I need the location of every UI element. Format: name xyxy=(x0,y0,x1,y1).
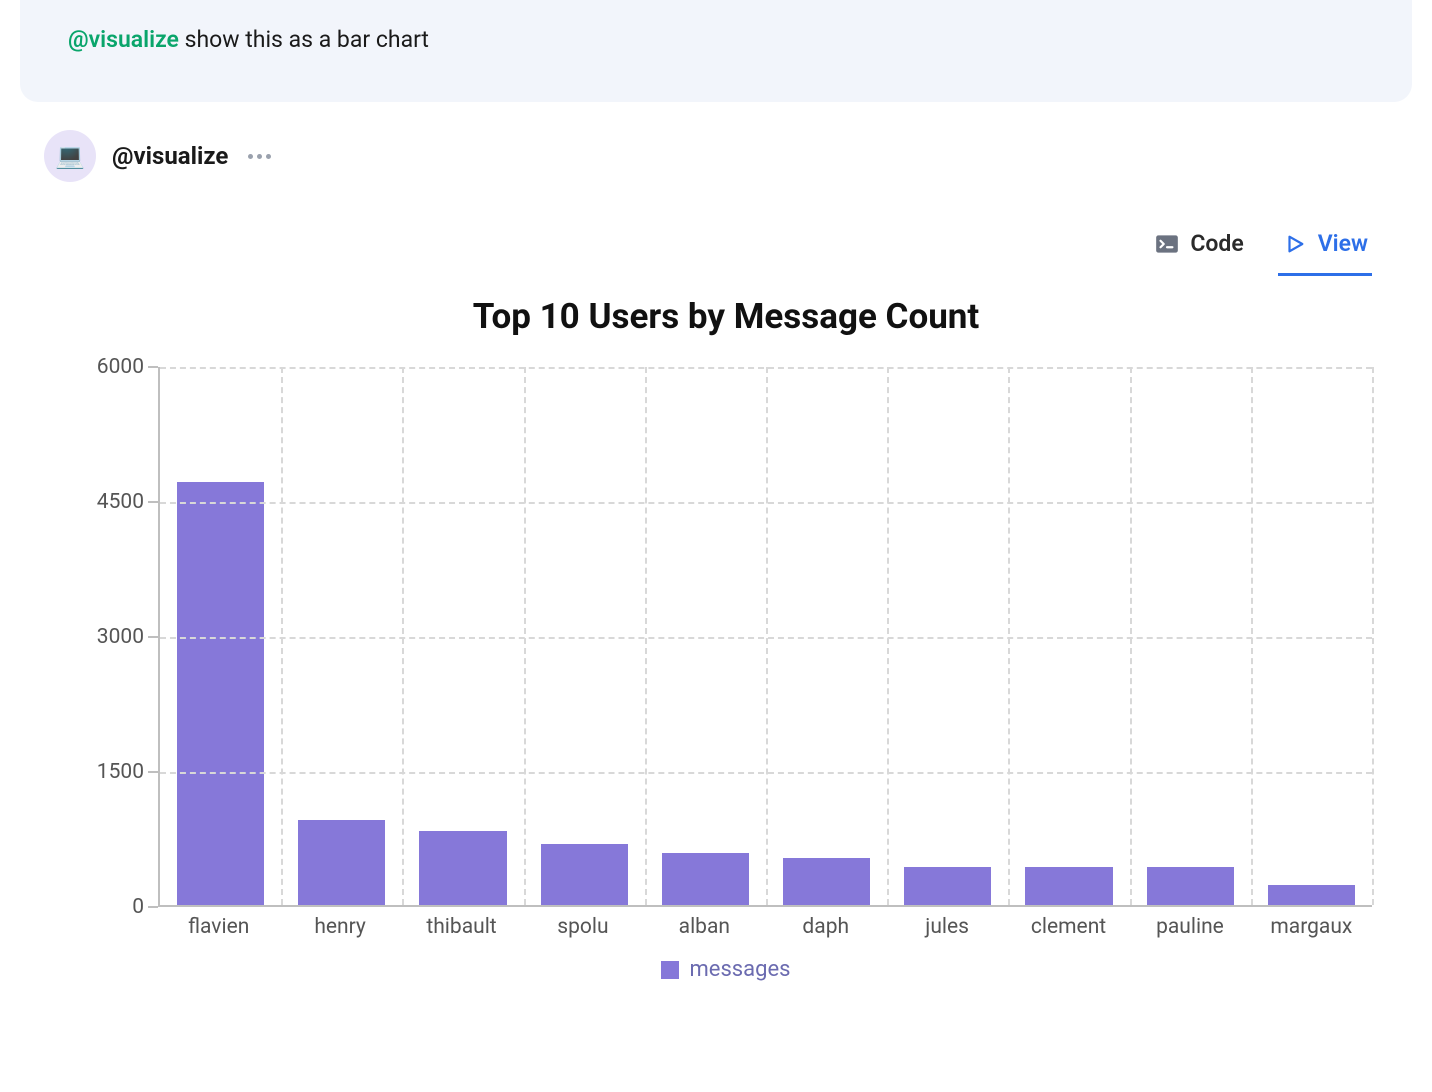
x-tick-label: thibault xyxy=(401,915,522,939)
plot-area xyxy=(158,367,1372,907)
gridline-vertical xyxy=(1372,367,1374,905)
gridline-vertical xyxy=(281,367,283,905)
bar-slot xyxy=(402,367,523,905)
x-tick-label: spolu xyxy=(522,915,643,939)
y-tick-label: 1500 xyxy=(97,760,144,784)
more-icon[interactable] xyxy=(248,154,271,159)
gridline-vertical xyxy=(402,367,404,905)
tabs-row: Code View xyxy=(20,222,1412,276)
bar[interactable] xyxy=(662,853,749,905)
gridline-vertical xyxy=(524,367,526,905)
bar[interactable] xyxy=(1025,867,1112,906)
bar-slot xyxy=(1130,367,1251,905)
bar[interactable] xyxy=(541,844,628,905)
tab-code-label: Code xyxy=(1190,230,1243,257)
gridline-vertical xyxy=(1251,367,1253,905)
user-prompt-card: @visualize show this as a bar chart xyxy=(20,0,1412,102)
x-tick-label: henry xyxy=(279,915,400,939)
gridline-vertical xyxy=(1130,367,1132,905)
play-icon xyxy=(1282,231,1308,257)
y-tick-label: 6000 xyxy=(97,355,144,379)
x-tick-label: margaux xyxy=(1251,915,1372,939)
bar-slot xyxy=(281,367,402,905)
gridline-vertical xyxy=(1008,367,1010,905)
bar[interactable] xyxy=(177,482,264,905)
chart-title: Top 10 Users by Message Count xyxy=(80,296,1372,337)
legend-label: messages xyxy=(689,957,790,982)
bar[interactable] xyxy=(1147,867,1234,905)
x-axis-labels: flavienhenrythibaultspolualbandaphjulesc… xyxy=(158,915,1372,939)
bar[interactable] xyxy=(904,867,991,906)
legend-swatch xyxy=(661,961,679,979)
tab-view[interactable]: View xyxy=(1278,222,1372,276)
x-tick-label: daph xyxy=(765,915,886,939)
gridline-vertical xyxy=(645,367,647,905)
bar-slot xyxy=(1008,367,1129,905)
y-tick-label: 0 xyxy=(132,895,144,919)
legend: messages xyxy=(80,957,1372,982)
gridline-vertical xyxy=(766,367,768,905)
tab-view-label: View xyxy=(1318,230,1368,257)
avatar: 💻 xyxy=(44,130,96,182)
bar-slot xyxy=(160,367,281,905)
bar-slot xyxy=(1251,367,1372,905)
response-agent-name: @visualize xyxy=(112,142,228,170)
prompt-text: show this as a bar chart xyxy=(179,26,429,53)
y-axis: 01500300045006000 xyxy=(80,367,158,907)
x-tick-label: clement xyxy=(1008,915,1129,939)
response-header: 💻 @visualize xyxy=(20,130,1412,182)
x-tick-label: pauline xyxy=(1129,915,1250,939)
bar[interactable] xyxy=(298,820,385,906)
bar-slot xyxy=(766,367,887,905)
tab-code[interactable]: Code xyxy=(1150,222,1247,276)
x-tick-label: jules xyxy=(886,915,1007,939)
x-tick-label: alban xyxy=(644,915,765,939)
bar[interactable] xyxy=(419,831,506,905)
mention-chip[interactable]: @visualize xyxy=(68,26,179,53)
chart-container: Top 10 Users by Message Count 0 1500 3000 4… xyxy=(20,296,1412,982)
bar-slot xyxy=(645,367,766,905)
y-tick-label: 3000 xyxy=(97,625,144,649)
bar[interactable] xyxy=(1268,885,1355,905)
gridline-vertical xyxy=(887,367,889,905)
y-tick-label: 4500 xyxy=(97,490,144,514)
avatar-emoji: 💻 xyxy=(55,142,85,170)
bar[interactable] xyxy=(783,858,870,905)
bar-slot xyxy=(887,367,1008,905)
terminal-icon xyxy=(1154,231,1180,257)
bar-slot xyxy=(524,367,645,905)
x-tick-label: flavien xyxy=(158,915,279,939)
